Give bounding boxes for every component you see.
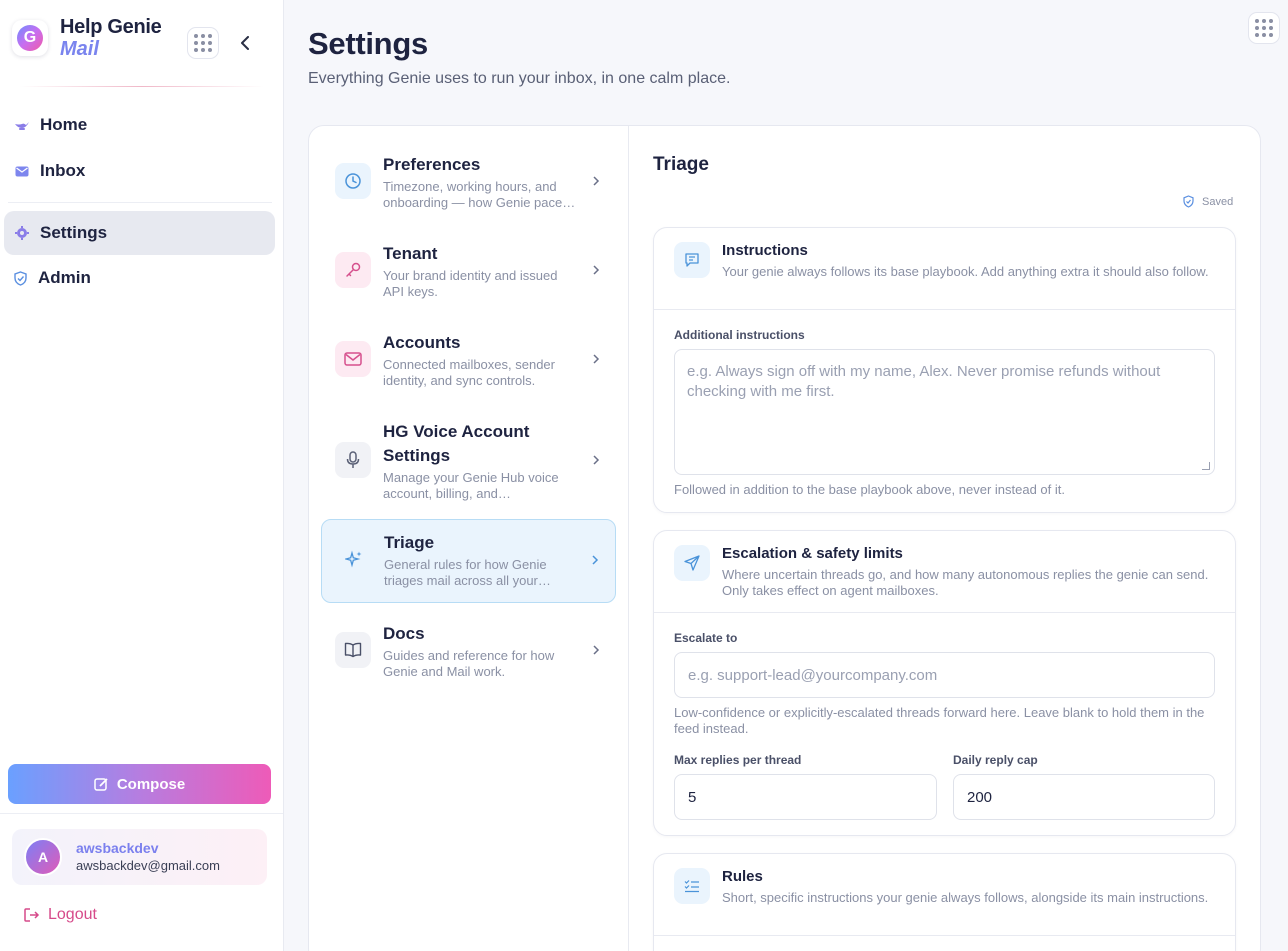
chevron-right-icon <box>592 453 600 469</box>
user-card[interactable]: A awsbackdev awsbackdev@gmail.com <box>12 829 267 885</box>
menu-item-accounts[interactable]: Accounts Connected mailboxes, sender ide… <box>321 319 616 401</box>
field-label: Max replies per thread <box>674 753 802 767</box>
textarea-placeholder: e.g. Always sign off with my name, Alex.… <box>687 363 1161 400</box>
daily-cap-input[interactable]: 200 <box>953 774 1215 820</box>
settings-panel: Preferences Timezone, working hours, and… <box>308 125 1261 951</box>
brand-divider <box>20 86 264 87</box>
avatar: A <box>24 838 62 876</box>
card-desc: Short, specific instructions your genie … <box>722 890 1209 905</box>
shield-icon <box>12 270 28 286</box>
card-title: Instructions <box>722 242 808 259</box>
menu-item-desc: Timezone, working hours, and onboarding … <box>383 179 576 210</box>
logout-icon <box>24 908 40 922</box>
escalation-card: Escalation & safety limits Where uncerta… <box>653 530 1236 836</box>
nav-item-inbox[interactable]: Inbox <box>4 149 275 193</box>
logout-label: Logout <box>48 906 97 923</box>
compose-label: Compose <box>116 775 186 793</box>
mail-icon <box>14 163 30 179</box>
card-desc: Where uncertain threads go, and how many… <box>722 567 1209 598</box>
user-name: awsbackdev <box>76 840 159 857</box>
menu-item-title: Tenant <box>383 244 438 263</box>
section-title: Triage <box>653 154 709 175</box>
checklist-icon <box>674 868 710 904</box>
logo: G <box>12 20 48 56</box>
send-icon <box>674 545 710 581</box>
lamp-icon <box>14 117 30 133</box>
nav-item-label: Admin <box>38 268 91 287</box>
chevron-right-icon <box>592 643 600 659</box>
apps-grid-icon <box>1255 19 1273 37</box>
chevron-right-icon <box>592 263 600 279</box>
menu-item-title: Triage <box>384 533 435 552</box>
sidebar-divider <box>0 813 283 814</box>
shield-check-icon <box>1183 195 1194 208</box>
menu-item-triage[interactable]: Triage General rules for how Genie triag… <box>321 519 616 603</box>
menu-item-desc: Connected mailboxes, sender identity, an… <box>383 357 555 388</box>
nav-item-home[interactable]: Home <box>4 103 275 147</box>
chevron-left-icon <box>241 36 249 50</box>
page-subtitle: Everything Genie uses to run your inbox,… <box>308 70 731 87</box>
menu-item-title: Accounts <box>383 333 461 352</box>
apps-grid-button[interactable] <box>187 27 219 59</box>
message-icon <box>674 242 710 278</box>
rules-card: Rules Short, specific instructions your … <box>653 853 1236 951</box>
sidebar: G Help Genie Mail Home Inbox Settings Ad… <box>0 0 284 951</box>
nav-item-label: Settings <box>40 223 108 242</box>
menu-item-desc: Your brand identity and issued API keys. <box>383 268 558 299</box>
menu-item-docs[interactable]: Docs Guides and reference for how Genie … <box>321 610 616 692</box>
resize-handle[interactable] <box>1202 462 1210 470</box>
apps-grid-icon <box>194 34 212 52</box>
saved-label: Saved <box>1202 195 1234 208</box>
panel-divider <box>628 126 629 951</box>
card-title: Escalation & safety limits <box>722 545 903 562</box>
microphone-icon <box>335 442 371 478</box>
nav-item-admin[interactable]: Admin <box>4 256 275 300</box>
chevron-right-icon <box>592 352 600 368</box>
nav-divider <box>8 202 272 203</box>
max-replies-input[interactable]: 5 <box>674 774 937 820</box>
menu-item-desc: Guides and reference for how Genie and M… <box>383 648 555 679</box>
instructions-card: Instructions Your genie always follows i… <box>653 227 1236 513</box>
brand[interactable]: G Help Genie Mail <box>12 16 162 60</box>
menu-item-title: Preferences <box>383 155 481 174</box>
field-hint: Low-confidence or explicitly-escalated t… <box>674 705 1205 736</box>
logo-mark: G <box>17 25 43 51</box>
mail-icon <box>335 341 371 377</box>
escalate-to-input[interactable]: e.g. support-lead@yourcompany.com <box>674 652 1215 698</box>
edit-icon <box>94 777 108 791</box>
gear-icon <box>14 225 30 241</box>
collapse-sidebar-button[interactable] <box>234 30 256 56</box>
menu-item-title: HG Voice Account Settings <box>383 422 530 465</box>
chevron-right-icon <box>591 553 599 569</box>
brand-sub: Mail <box>60 38 99 60</box>
field-label: Escalate to <box>674 631 738 645</box>
field-hint: Followed in addition to the base playboo… <box>674 482 1065 497</box>
nav-item-label: Inbox <box>40 161 86 180</box>
book-icon <box>335 632 371 668</box>
logout-button[interactable]: Logout <box>24 906 97 924</box>
menu-item-hg-voice[interactable]: HG Voice Account Settings Manage your Ge… <box>321 408 616 514</box>
card-desc: Your genie always follows its base playb… <box>722 264 1209 279</box>
compose-button[interactable]: Compose <box>8 764 271 804</box>
chevron-right-icon <box>592 174 600 190</box>
card-title: Rules <box>722 868 763 885</box>
key-icon <box>335 252 371 288</box>
sparkles-icon <box>336 541 372 577</box>
saved-status: Saved <box>1183 195 1233 208</box>
field-label: Daily reply cap <box>953 753 1038 767</box>
top-apps-grid-button[interactable] <box>1248 12 1280 44</box>
nav-item-settings[interactable]: Settings <box>4 211 275 255</box>
page-title: Settings <box>308 26 428 61</box>
menu-item-preferences[interactable]: Preferences Timezone, working hours, and… <box>321 141 616 223</box>
user-email: awsbackdev@gmail.com <box>76 857 220 873</box>
additional-instructions-textarea[interactable]: e.g. Always sign off with my name, Alex.… <box>674 349 1215 475</box>
clock-icon <box>335 163 371 199</box>
menu-item-title: Docs <box>383 624 425 643</box>
brand-name: Help Genie <box>60 16 162 38</box>
field-label: Additional instructions <box>674 328 805 342</box>
menu-item-tenant[interactable]: Tenant Your brand identity and issued AP… <box>321 230 616 312</box>
nav-item-label: Home <box>40 115 88 134</box>
menu-item-desc: Manage your Genie Hub voice account, bil… <box>383 470 559 501</box>
menu-item-desc: General rules for how Genie triages mail… <box>384 557 551 588</box>
